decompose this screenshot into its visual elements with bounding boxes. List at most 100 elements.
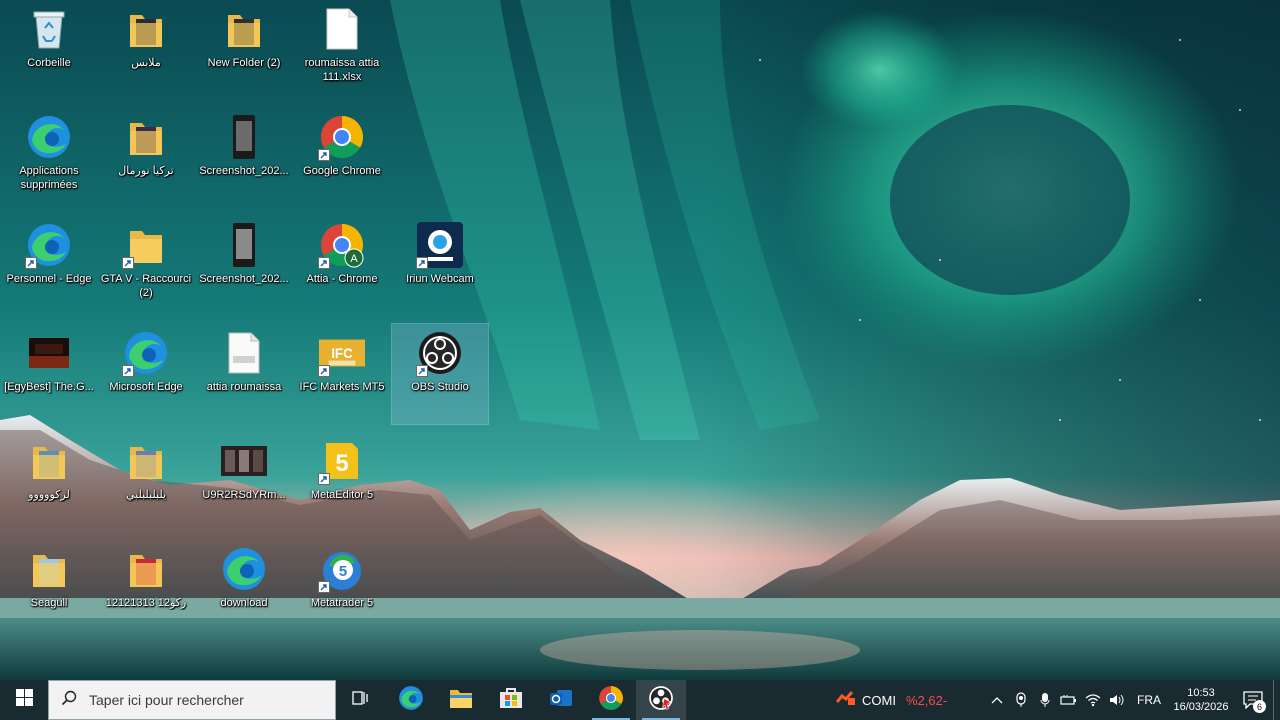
tray-microphone-button[interactable] [1033,680,1057,720]
desktop-icon-metaeditor-5[interactable]: 5 MetaEditor 5 [294,432,390,532]
start-button[interactable] [0,680,48,720]
show-hidden-icons-button[interactable] [985,680,1009,720]
phone-screenshot-icon [221,114,267,160]
file-icon [319,6,365,52]
desktop-icon-new-folder-2[interactable]: New Folder (2) [196,0,292,100]
icon-label: Attia - Chrome [306,273,378,285]
desktop-icon-iriun-webcam[interactable]: Iriun Webcam [392,216,488,316]
icon-label: OBS Studio [411,381,469,393]
edge-icon [26,114,72,160]
clock-date: 16/03/2026 [1173,701,1229,713]
taskbar-microsoft-store[interactable] [486,680,536,720]
folder-icon [221,6,267,52]
desktop-icon-folder-3[interactable]: 12121313 12ركو [98,540,194,640]
microphone-icon [1040,693,1050,707]
taskbar-obs-studio[interactable] [636,680,686,720]
webcam-icon [416,222,463,269]
tray-network-button[interactable] [1081,680,1105,720]
task-view-icon [352,690,370,711]
metatrader-icon: 5 [318,546,365,593]
file-explorer-icon [449,687,473,714]
desktop-icon-gta-v-shortcut[interactable]: GTA V - Raccourci (2) [98,216,194,316]
icon-label: ملابس [131,57,161,69]
speaker-icon [1110,694,1124,706]
icon-label: يلبلبلبلبي [125,489,167,501]
mt5-broker-icon: IFC [318,330,365,377]
chevron-up-icon [991,697,1003,704]
desktop-icon-image-thumbnail[interactable]: U9R2RSdYRm... [196,432,292,532]
desktop-icon-applications-supprimees[interactable]: Applications supprimées [1,108,97,208]
docx-icon [221,330,267,376]
microsoft-store-icon [499,687,523,714]
icon-label: Applications supprimées [19,165,79,191]
desktop-icon-ifc-markets-mt5[interactable]: IFC IFC Markets MT5 [294,324,390,424]
desktop-icon-turkey-folder[interactable]: تركيا نورمال [98,108,194,208]
task-view-button[interactable] [336,680,386,720]
icon-label: New Folder (2) [207,57,281,69]
metaeditor-icon: 5 [318,438,365,485]
edge-icon [122,330,169,377]
power-plug-icon [1060,695,1076,705]
show-desktop-button[interactable] [1273,680,1280,720]
desktop-icon-screenshot-2[interactable]: Screenshot_202... [196,216,292,316]
shortcut-arrow-icon [318,365,330,377]
video-icon [26,330,72,376]
system-tray: FRA 10:53 16/03/2026 6 [985,680,1280,720]
tray-battery-button[interactable] [1057,680,1081,720]
desktop-icon-recycle-bin[interactable]: Corbeille [1,0,97,100]
shortcut-arrow-icon [318,149,330,161]
desktop-icon-google-chrome[interactable]: Google Chrome [294,108,390,208]
notification-center-button[interactable]: 6 [1233,680,1273,720]
shortcut-arrow-icon [122,365,134,377]
desktop-icon-metatrader-5[interactable]: 5 Metatrader 5 [294,540,390,640]
desktop-icon-download[interactable]: download [196,540,292,640]
icon-label: Google Chrome [303,165,381,177]
icon-label: Seagull [30,597,68,609]
desktop-icon-xlsx-file[interactable]: roumaissa attia 111.xlsx [294,0,390,100]
chrome-profile-icon: A [318,222,365,269]
icon-label: Iriun Webcam [406,273,474,285]
ticker-change: %2,62- [905,692,948,708]
icon-label: MetaEditor 5 [310,489,374,501]
desktop-icon-folder-2[interactable]: يلبلبلبلبي [98,432,194,532]
language-indicator[interactable]: FRA [1129,693,1169,707]
obs-icon [416,330,463,377]
desktop-icon-seagull[interactable]: Seagull [1,540,97,640]
desktop-icon-folder-1[interactable]: لركووووو [1,432,97,532]
tray-webcam-button[interactable] [1009,680,1033,720]
desktop-icon-personnel-edge[interactable]: Personnel - Edge [1,216,97,316]
icon-label: Microsoft Edge [109,381,183,393]
desktop-icon-attia-chrome[interactable]: A Attia - Chrome [294,216,390,316]
notification-count-badge: 6 [1253,700,1266,713]
desktop-icon-egybest-video[interactable]: [EgyBest] The.G... [1,324,97,424]
taskbar-edge[interactable] [386,680,436,720]
desktop-icon-microsoft-edge[interactable]: Microsoft Edge [98,324,194,424]
desktop-icon-attia-roumaissa-docx[interactable]: attia roumaissa [196,324,292,424]
taskbar-outlook[interactable] [536,680,586,720]
chrome-icon [598,685,624,716]
search-icon [61,690,77,711]
tray-volume-button[interactable] [1105,680,1129,720]
windows-logo-icon [15,689,33,711]
wifi-icon [1085,694,1101,707]
outlook-icon [549,687,573,714]
shortcut-arrow-icon [416,365,428,377]
desktop-icon-clothes-folder[interactable]: ملابس [98,0,194,100]
desktop-icon-screenshot-1[interactable]: Screenshot_202... [196,108,292,208]
obs-icon [648,685,674,716]
recycle-bin-icon [26,6,72,52]
desktop-icon-obs-studio[interactable]: OBS Studio [391,323,489,425]
folder-icon [122,222,169,269]
taskbar-file-explorer[interactable] [436,680,486,720]
clock-time: 10:53 [1187,687,1215,699]
taskbar-chrome[interactable] [586,680,636,720]
shortcut-arrow-icon [416,257,428,269]
search-input[interactable] [87,691,321,709]
clock[interactable]: 10:53 16/03/2026 [1169,686,1233,714]
phone-screenshot-icon [221,222,267,268]
icon-label: roumaissa attia 111.xlsx [304,57,380,83]
svg-text:A: A [350,253,358,265]
stock-ticker-widget[interactable]: COMI %2,62- [835,680,948,720]
icon-label: U9R2RSdYRm... [202,489,286,501]
taskbar-search-box[interactable] [48,680,336,720]
